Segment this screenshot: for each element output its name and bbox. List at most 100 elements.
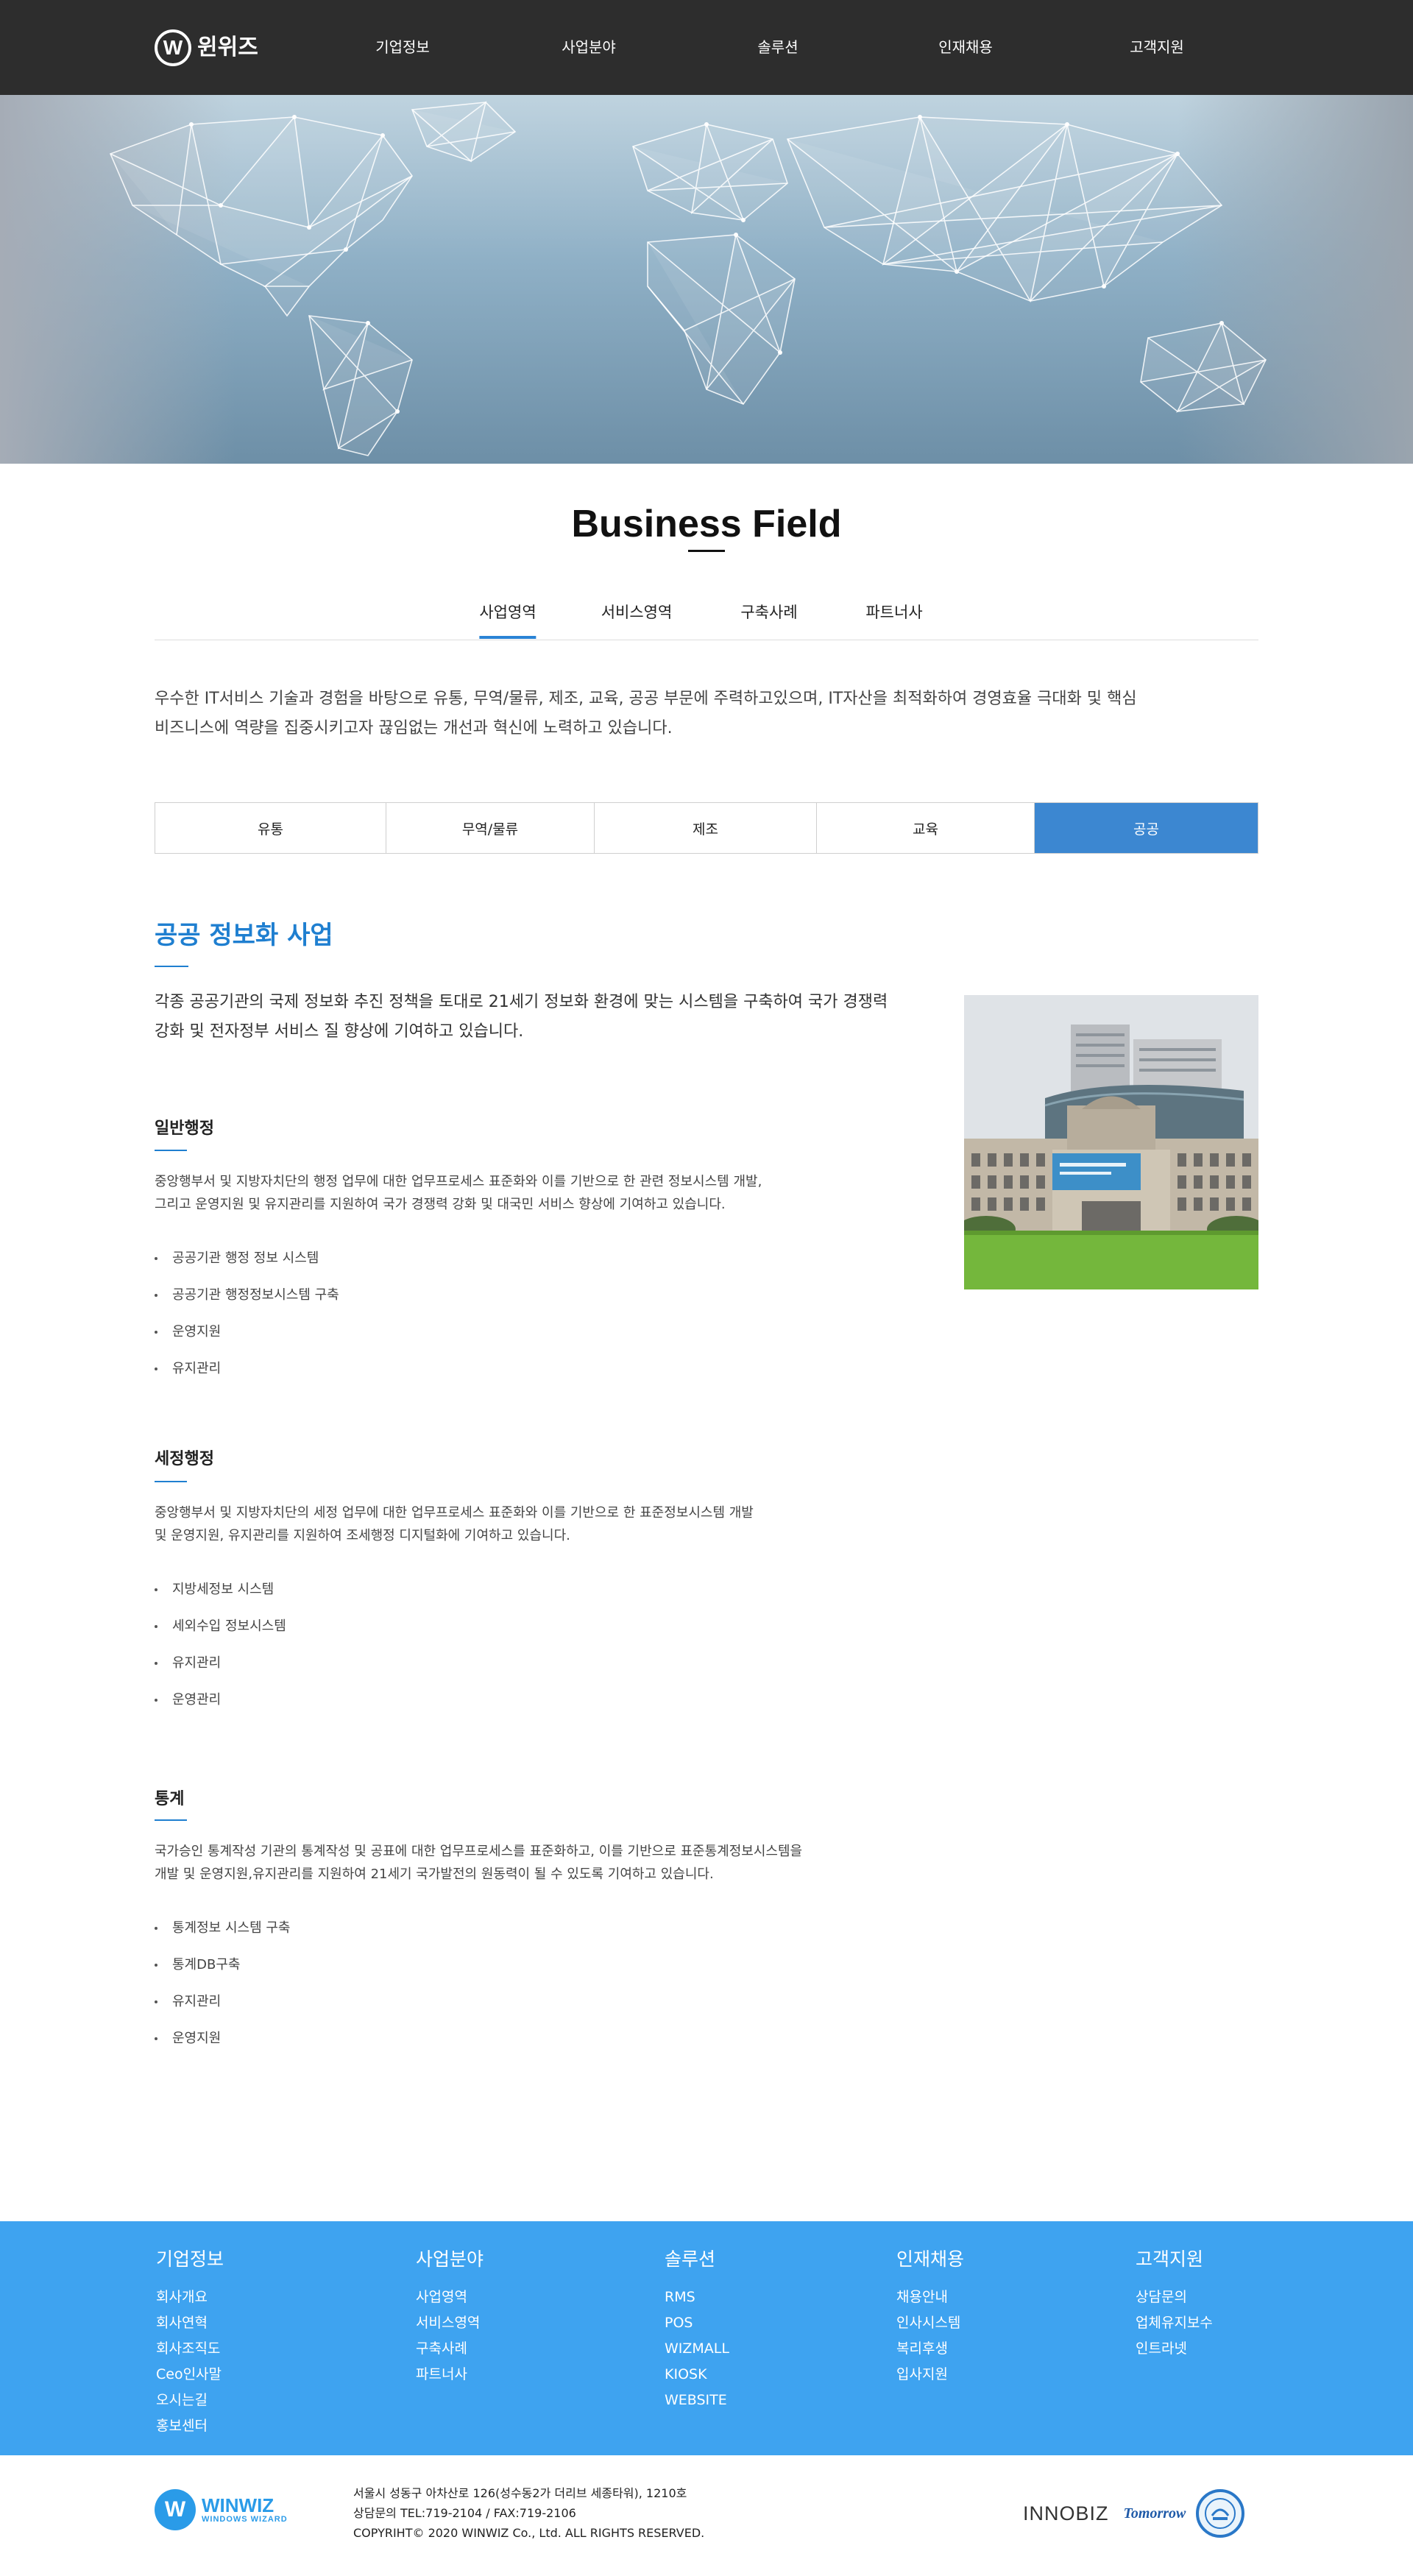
block-title-general-admin: 일반행정	[155, 1119, 214, 1138]
list-item: 통계DB구축	[155, 1947, 290, 1984]
category-tab-public[interactable]: 공공	[1035, 803, 1258, 853]
footer-link[interactable]: 파트너사	[416, 2362, 484, 2388]
list-item: 공공기관 행정정보시스템 구축	[155, 1277, 339, 1314]
list-item: 운영지원	[155, 1314, 339, 1351]
category-tab-distribution[interactable]: 유통	[155, 803, 386, 853]
footer-link[interactable]: WIZMALL	[665, 2336, 729, 2362]
footer-col-solutions: 솔루션 RMS POS WIZMALL KIOSK WEBSITE	[665, 2245, 729, 2413]
footer-link[interactable]: WEBSITE	[665, 2388, 729, 2413]
page-title: Business Field	[571, 503, 842, 545]
footer-col-business: 사업분야 사업영역 서비스영역 구축사례 파트너사	[416, 2245, 484, 2388]
footer-link[interactable]: 인사시스템	[896, 2310, 964, 2336]
certification-badges: INNOBIZ Tomorrow	[1023, 2488, 1245, 2539]
footer-col-head[interactable]: 인재채용	[896, 2245, 964, 2271]
footer-col-recruit: 인재채용 채용안내 인사시스템 복리후생 입사지원	[896, 2245, 964, 2388]
block-item-list: 지방세정보 시스템 세외수입 정보시스템 유지관리 운영관리	[155, 1571, 286, 1719]
footer-col-head[interactable]: 사업분야	[416, 2245, 484, 2271]
list-item: 유지관리	[155, 1645, 286, 1682]
title-underline	[688, 550, 725, 552]
innobiz-logo: INNOBIZ	[1023, 2502, 1109, 2524]
nav-customer-support[interactable]: 고객지원	[1130, 35, 1184, 57]
venture-logo: Tomorrow	[1123, 2505, 1186, 2522]
list-item: 공공기관 행정 정보 시스템	[155, 1240, 339, 1277]
footer-col-head[interactable]: 기업정보	[156, 2245, 224, 2271]
city-hall-photo	[964, 995, 1258, 1289]
footer-link[interactable]: 복리후생	[896, 2336, 964, 2362]
contact-text: 상담문의 TEL:719-2104 / FAX:719-2106	[353, 2506, 576, 2520]
footer-col-company: 기업정보 회사개요 회사연혁 회사조직도 Ceo인사말 오시는길 홍보센터	[156, 2245, 224, 2439]
footer-brand-sub: WINDOWS WIZARD	[202, 2515, 288, 2524]
certification-seal-icon	[1196, 2489, 1245, 2538]
category-tab-education[interactable]: 교육	[817, 803, 1035, 853]
footer-logo[interactable]: W WINWIZ WINDOWS WIZARD	[155, 2489, 288, 2530]
footer-link[interactable]: 상담문의	[1136, 2285, 1213, 2310]
list-item: 운영관리	[155, 1682, 286, 1719]
footer-bottom: W WINWIZ WINDOWS WIZARD 서울시 성동구 아차산로 126…	[0, 2455, 1413, 2576]
section-desc-line: 강화 및 전자정부 서비스 질 향상에 기여하고 있습니다.	[155, 1022, 524, 1041]
company-info: 서울시 성동구 아차산로 126(성수동2가 더리브 세종타워), 1210호 …	[353, 2483, 704, 2543]
section-title: 공공 정보화 사업	[155, 921, 333, 950]
block-desc-line: 개발 및 운영지원,유지관리를 지원하여 21세기 국가발전의 원동력이 될 수…	[155, 1866, 714, 1882]
block-title-statistics: 통계	[155, 1790, 185, 1808]
footer-link[interactable]: 채용안내	[896, 2285, 964, 2310]
tab-service-area[interactable]: 서비스영역	[601, 601, 673, 636]
footer-link[interactable]: 회사연혁	[156, 2310, 224, 2336]
block-desc-line: 중앙행부서 및 지방자치단의 행정 업무에 대한 업무프로세스 표준화와 이를 …	[155, 1174, 762, 1189]
footer-link[interactable]: Ceo인사말	[156, 2362, 224, 2388]
footer-link[interactable]: 회사조직도	[156, 2336, 224, 2362]
footer-link[interactable]: RMS	[665, 2285, 729, 2310]
winwiz-logo-icon: W	[155, 2489, 196, 2530]
tab-case-studies[interactable]: 구축사례	[740, 601, 797, 636]
footer-brand-name: WINWIZ	[202, 2494, 275, 2516]
footer-link[interactable]: 입사지원	[896, 2362, 964, 2388]
footer-link[interactable]: KIOSK	[665, 2362, 729, 2388]
category-tab-manufacturing[interactable]: 제조	[595, 803, 817, 853]
block-item-list: 공공기관 행정 정보 시스템 공공기관 행정정보시스템 구축 운영지원 유지관리	[155, 1240, 339, 1387]
footer-link[interactable]: 업체유지보수	[1136, 2310, 1213, 2336]
tab-business-area[interactable]: 사업영역	[479, 601, 536, 639]
section-title-underline	[155, 966, 188, 967]
main-nav: 기업정보 사업분야 솔루션 인재채용 고객지원	[0, 0, 1413, 95]
intro-line: 비즈니스에 역량을 집중시키고자 끊임없는 개선과 혁신에 노력하고 있습니다.	[155, 719, 673, 737]
section-description: 각종 공공기관의 국제 정보화 추진 정책을 토대로 21세기 정보화 환경에 …	[155, 988, 935, 1047]
footer-link[interactable]: 오시는길	[156, 2388, 224, 2413]
intro-text: 우수한 IT서비스 기술과 경험을 바탕으로 유통, 무역/물류, 제조, 교육…	[155, 684, 1207, 743]
block-item-list: 통계정보 시스템 구축 통계DB구축 유지관리 운영지원	[155, 1910, 290, 2057]
footer-col-head[interactable]: 고객지원	[1136, 2245, 1213, 2271]
nav-solutions[interactable]: 솔루션	[757, 35, 798, 57]
list-item: 유지관리	[155, 1984, 290, 2020]
copyright-text: COPYRIHT© 2020 WINWIZ Co., Ltd. ALL RIGH…	[353, 2526, 705, 2540]
list-item: 통계정보 시스템 구축	[155, 1910, 290, 1947]
site-header: W 윈위즈 기업정보 사업분야 솔루션 인재채용 고객지원	[0, 0, 1413, 95]
block-underline	[155, 1150, 187, 1151]
footer-link[interactable]: 사업영역	[416, 2285, 484, 2310]
list-item: 지방세정보 시스템	[155, 1571, 286, 1608]
footer-link[interactable]: 구축사례	[416, 2336, 484, 2362]
footer-col-head[interactable]: 솔루션	[665, 2245, 729, 2271]
footer-link[interactable]: 회사개요	[156, 2285, 224, 2310]
footer-link[interactable]: POS	[665, 2310, 729, 2336]
block-desc-line: 및 운영지원, 유지관리를 지원하여 조세행정 디지털화에 기여하고 있습니다.	[155, 1528, 570, 1543]
footer-link[interactable]: 인트라넷	[1136, 2336, 1213, 2362]
block-desc-line: 중앙행부서 및 지방자치단의 세정 업무에 대한 업무프로세스 표준화와 이를 …	[155, 1505, 754, 1521]
list-item: 운영지원	[155, 2020, 290, 2057]
address-text: 서울시 성동구 아차산로 126(성수동2가 더리브 세종타워), 1210호	[353, 2486, 687, 2500]
block-description: 국가승인 통계작성 기관의 통계작성 및 공표에 대한 업무프로세스를 표준화하…	[155, 1840, 964, 1886]
nav-recruitment[interactable]: 인재채용	[938, 35, 993, 57]
block-desc-line: 그리고 운영지원 및 유지관리를 지원하여 국가 경쟁력 강화 및 대국민 서비…	[155, 1197, 726, 1212]
intro-line: 우수한 IT서비스 기술과 경험을 바탕으로 유통, 무역/물류, 제조, 교육…	[155, 690, 1137, 708]
list-item: 세외수입 정보시스템	[155, 1608, 286, 1645]
category-tab-trade-logistics[interactable]: 무역/물류	[386, 803, 595, 853]
footer-link[interactable]: 서비스영역	[416, 2310, 484, 2336]
footer-col-support: 고객지원 상담문의 업체유지보수 인트라넷	[1136, 2245, 1213, 2362]
tab-partners[interactable]: 파트너사	[865, 601, 922, 636]
block-underline	[155, 1819, 187, 1821]
footer-link[interactable]: 홍보센터	[156, 2413, 224, 2439]
category-tabs: 유통 무역/물류 제조 교육 공공	[155, 802, 1258, 854]
nav-business-field[interactable]: 사업분야	[562, 35, 616, 57]
block-title-tax-admin: 세정행정	[155, 1450, 214, 1468]
nav-company-info[interactable]: 기업정보	[375, 35, 430, 57]
hero-banner-world-network	[0, 95, 1413, 464]
section-desc-line: 각종 공공기관의 국제 정보화 추진 정책을 토대로 21세기 정보화 환경에 …	[155, 993, 888, 1011]
list-item: 유지관리	[155, 1351, 339, 1387]
